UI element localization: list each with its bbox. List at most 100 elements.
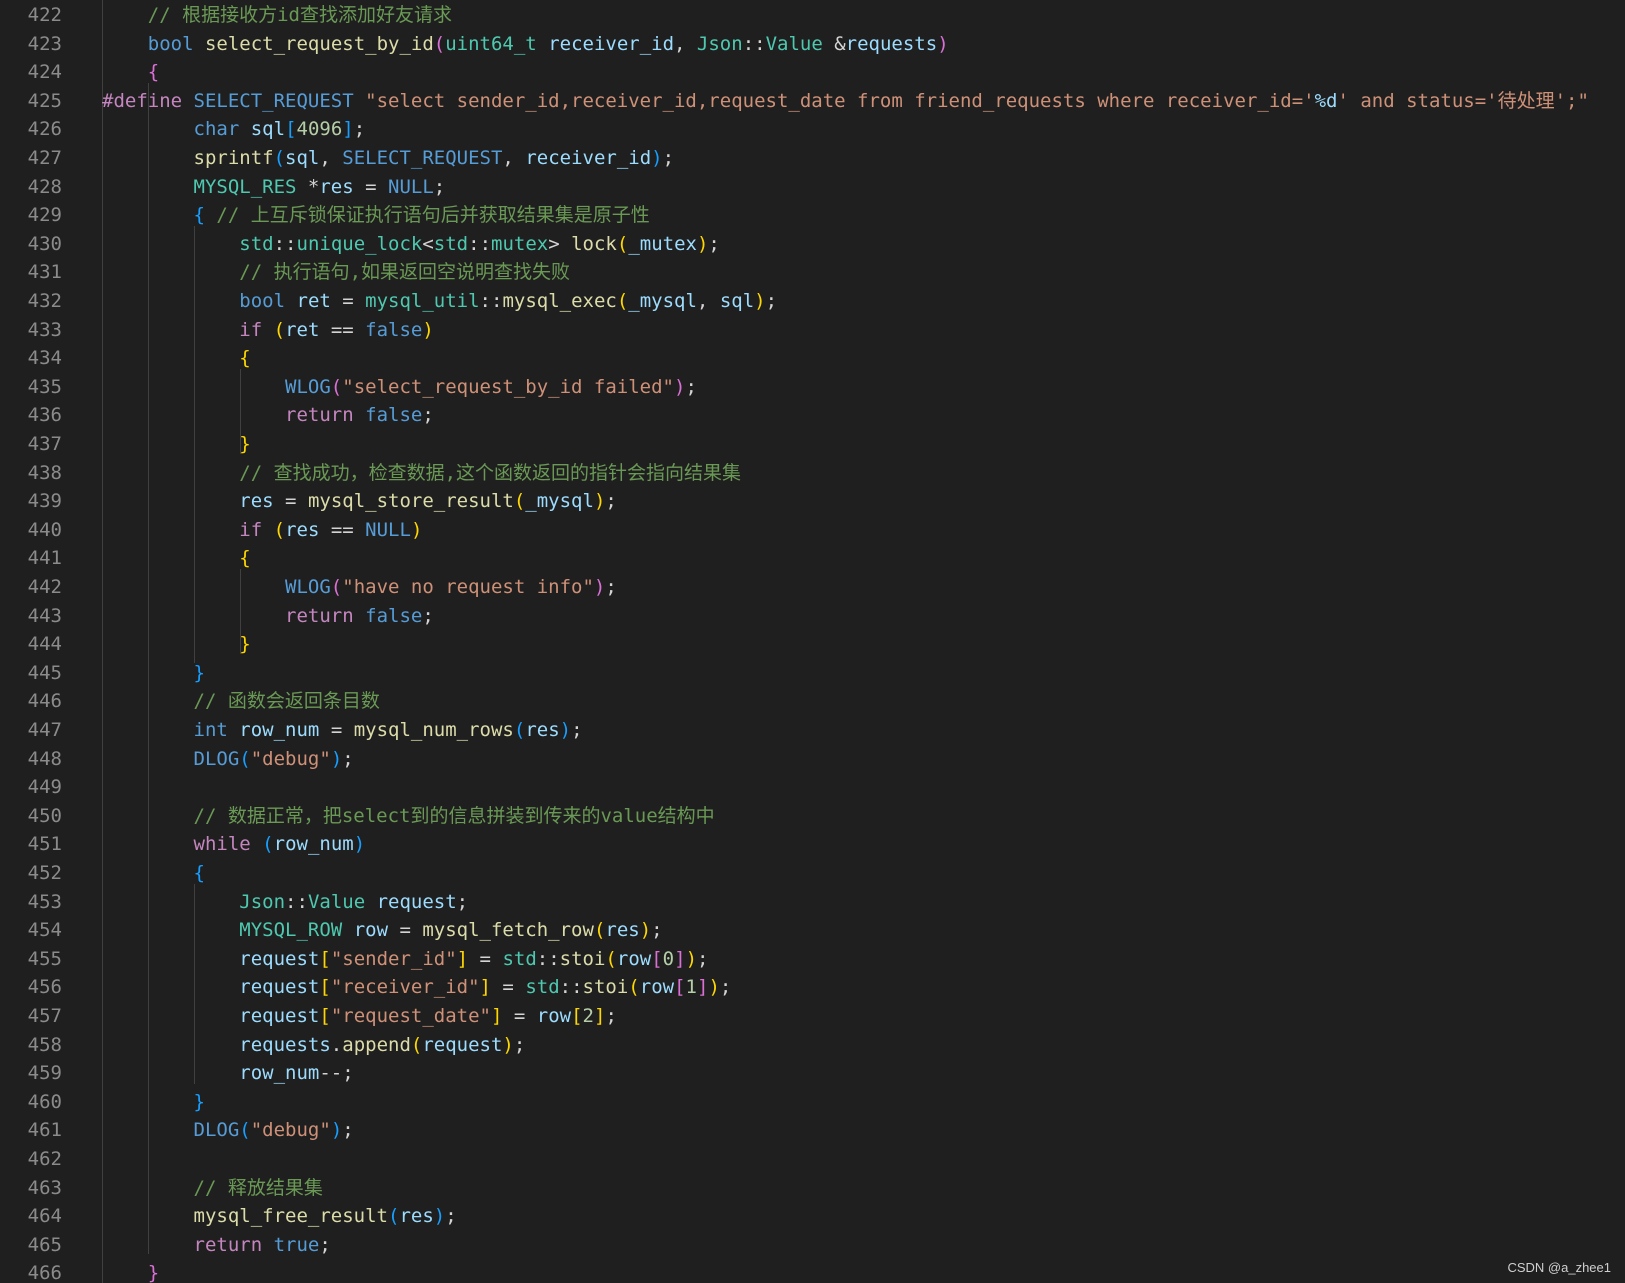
code-line[interactable]: 449: [0, 773, 1625, 802]
code-token: (: [262, 833, 274, 856]
line-text: {: [102, 544, 250, 573]
code-token: int: [193, 719, 228, 741]
code-line[interactable]: 457 request["request_date"] = row[2];: [0, 1002, 1625, 1031]
code-line[interactable]: 440 if (res == NULL): [0, 516, 1625, 545]
code-line[interactable]: 431 // 执行语句,如果返回空说明查找失败: [0, 258, 1625, 287]
code-token: }: [193, 661, 205, 684]
code-line[interactable]: 458 requests.append(request);: [0, 1031, 1625, 1060]
code-token: "select sender_id,receiver_id,request_da…: [365, 89, 1315, 112]
code-token: =: [388, 919, 423, 942]
code-line[interactable]: 456 request["receiver_id"] = std::stoi(r…: [0, 973, 1625, 1002]
code-token: (: [593, 919, 606, 942]
code-token: res: [239, 490, 274, 513]
line-number: 455: [27, 947, 62, 970]
code-token: return: [285, 404, 354, 427]
code-line[interactable]: 459 row_num--;: [0, 1059, 1625, 1088]
code-line[interactable]: 462: [0, 1145, 1625, 1174]
code-line[interactable]: 426 char sql[4096];: [0, 115, 1625, 144]
code-line[interactable]: 465 return true;: [0, 1231, 1625, 1260]
code-token: }: [239, 433, 251, 455]
code-line[interactable]: 445 }: [0, 659, 1625, 688]
code-token: ==: [319, 318, 366, 341]
code-line[interactable]: 423 bool select_request_by_id(uint64_t r…: [0, 30, 1625, 59]
line-text: mysql_free_result(res);: [102, 1202, 457, 1231]
line-number: 445: [27, 661, 62, 684]
code-line[interactable]: 441 {: [0, 544, 1625, 573]
code-token: ,: [502, 147, 526, 169]
code-line[interactable]: 453 Json::Value request;: [0, 888, 1625, 917]
code-line[interactable]: 450 // 数据正常，把select到的信息拼装到传来的value结构中: [0, 802, 1625, 831]
code-line[interactable]: 448 DLOG("debug");: [0, 745, 1625, 774]
line-number: 428: [27, 175, 62, 198]
code-line[interactable]: 466 }: [0, 1259, 1625, 1283]
code-line[interactable]: 434 {: [0, 344, 1625, 373]
line-text: // 根据接收方id查找添加好友请求: [102, 1, 452, 30]
code-line[interactable]: 429 { // 上互斥锁保证执行语句后并获取结果集是原子性: [0, 201, 1625, 230]
code-line[interactable]: 460 }: [0, 1088, 1625, 1117]
line-number: 436: [27, 404, 62, 427]
code-line[interactable]: 427 sprintf(sql, SELECT_REQUEST, receive…: [0, 144, 1625, 173]
code-token: _mutex: [628, 232, 697, 255]
code-token: <: [422, 232, 434, 255]
code-line[interactable]: 447 int row_num = mysql_num_rows(res);: [0, 716, 1625, 745]
code-line[interactable]: 454 MYSQL_ROW row = mysql_fetch_row(res)…: [0, 916, 1625, 945]
code-token: mysql_free_result: [193, 1205, 388, 1228]
line-text: request["sender_id"] = std::stoi(row[0])…: [102, 945, 708, 974]
code-token: (: [239, 1119, 251, 1142]
code-line[interactable]: 461 DLOG("debug");: [0, 1116, 1625, 1145]
code-line[interactable]: 422 // 根据接收方id查找添加好友请求: [0, 1, 1625, 30]
code-line[interactable]: 452 {: [0, 859, 1625, 888]
code-line[interactable]: 435 WLOG("select_request_by_id failed");: [0, 373, 1625, 402]
code-line[interactable]: 444 }: [0, 630, 1625, 659]
code-token: DLOG: [193, 1119, 240, 1142]
code-token: sql: [285, 147, 320, 169]
code-token: false: [365, 604, 423, 627]
code-token: ): [708, 976, 720, 999]
code-line[interactable]: 425 #define SELECT_REQUEST "select sender…: [0, 87, 1625, 116]
code-line[interactable]: 463 // 释放结果集: [0, 1174, 1625, 1203]
code-line[interactable]: 464 mysql_free_result(res);: [0, 1202, 1625, 1231]
code-line[interactable]: 439 res = mysql_store_result(_mysql);: [0, 487, 1625, 516]
code-token: (: [330, 576, 343, 598]
code-line[interactable]: 443 return false;: [0, 602, 1625, 631]
code-line[interactable]: 455 request["sender_id"] = std::stoi(row…: [0, 945, 1625, 974]
code-line[interactable]: 432 bool ret = mysql_util::mysql_exec(_m…: [0, 287, 1625, 316]
code-line[interactable]: 442 WLOG("have no request info");: [0, 573, 1625, 602]
code-line[interactable]: 438 // 查找成功，检查数据,这个函数返回的指针会指向结果集: [0, 459, 1625, 488]
code-token: res: [605, 919, 640, 942]
code-line[interactable]: 428 MYSQL_RES *res = NULL;: [0, 173, 1625, 202]
code-token: mysql_store_result: [307, 490, 514, 513]
code-editor[interactable]: CSDN @a_zhee1 422 // 根据接收方id查找添加好友请求 423 …: [0, 0, 1625, 1283]
code-line[interactable]: 451 while (row_num): [0, 830, 1625, 859]
line-text: {: [102, 859, 205, 888]
code-token: res: [319, 175, 354, 198]
code-token: ;: [685, 375, 697, 398]
code-token: MYSQL_ROW: [239, 919, 343, 942]
code-token: =: [468, 947, 503, 970]
code-token: requests: [239, 1033, 331, 1056]
code-line[interactable]: 424 {: [0, 58, 1625, 87]
line-text: { // 上互斥锁保证执行语句后并获取结果集是原子性: [102, 201, 650, 230]
code-token: ): [422, 318, 434, 341]
code-line[interactable]: 436 return false;: [0, 401, 1625, 430]
code-token: ;: [765, 290, 778, 312]
code-token: ::: [273, 232, 297, 255]
code-token: _mysql: [525, 490, 594, 513]
code-line[interactable]: 430 std::unique_lock<std::mutex> lock(_m…: [0, 230, 1625, 259]
code-line[interactable]: 433 if (ret == false): [0, 316, 1625, 345]
line-text: DLOG("debug");: [102, 1116, 354, 1145]
code-token: ;: [342, 1119, 354, 1142]
code-token: ]: [593, 1005, 606, 1027]
code-line[interactable]: 446 // 函数会返回条目数: [0, 687, 1625, 716]
line-number: 438: [27, 461, 62, 484]
code-line[interactable]: 437 }: [0, 430, 1625, 459]
code-token: (: [273, 518, 286, 541]
code-token: if: [239, 318, 263, 341]
line-number: 426: [27, 118, 62, 141]
code-token: "request_date": [330, 1005, 491, 1027]
